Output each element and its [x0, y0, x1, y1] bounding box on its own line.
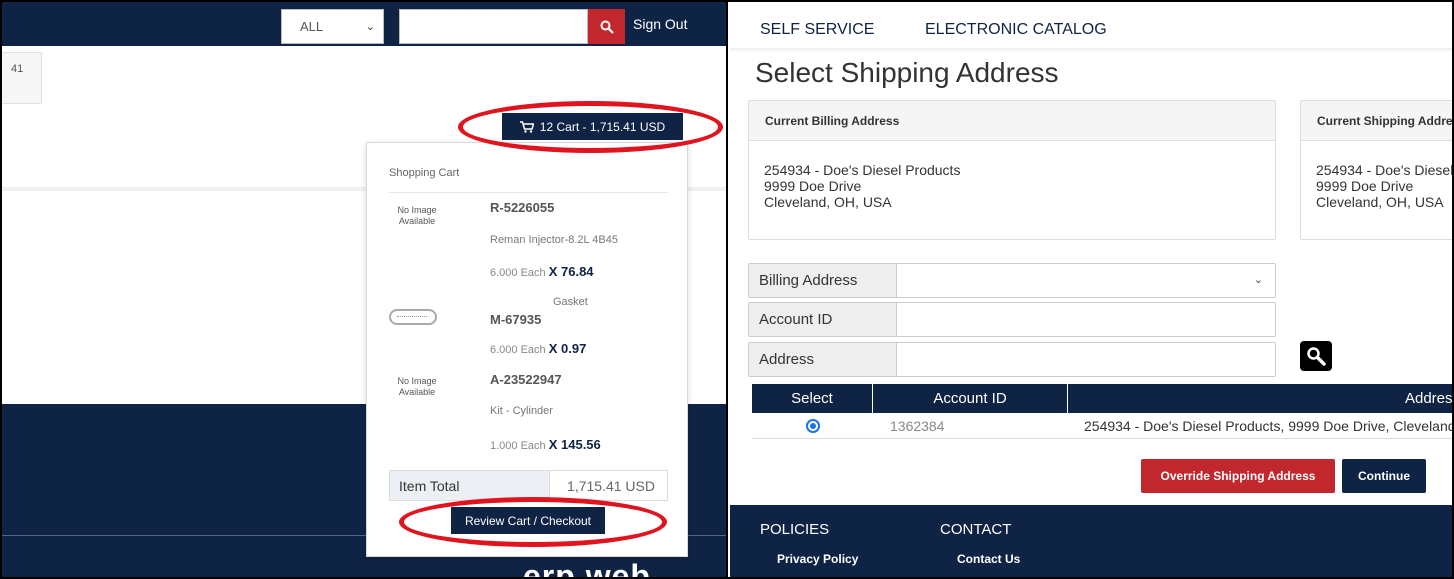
cart-item-quantity: 6.000 Each — [490, 344, 546, 356]
cart-item-quantity: 6.000 Each — [490, 267, 546, 279]
cart-item-part-number[interactable]: R-5226055 — [490, 200, 554, 215]
select-radio[interactable] — [805, 419, 820, 433]
top-nav: SELF SERVICE ELECTRONIC CATALOG — [730, 0, 1454, 48]
cart-item-part-number[interactable]: A-23522947 — [490, 372, 562, 387]
card-body: 254934 - Doe's Diesel Products 9999 Doe … — [1301, 141, 1454, 210]
address-line: Cleveland, OH, USA — [1316, 194, 1444, 210]
cart-item-price: X 0.97 — [548, 341, 587, 356]
truncated-summary-box: 41 — [0, 52, 42, 104]
erpweb-logo: erp web — [523, 558, 651, 579]
cart-button[interactable]: 12 Cart - 1,715.41 USD — [502, 113, 683, 140]
card-body: 254934 - Doe's Diesel Products 9999 Doe … — [749, 141, 1275, 210]
select-cell — [752, 413, 873, 439]
continue-button[interactable]: Continue — [1342, 459, 1426, 493]
address-row: Address — [748, 342, 1276, 377]
account-id-cell: 1362384 — [890, 418, 945, 434]
table-header: Select Account ID Address — [752, 384, 1454, 413]
contact-us-link[interactable]: Contact Us — [957, 552, 1020, 566]
item-total-label: Item Total — [390, 471, 550, 500]
cart-item-description: Reman Injector-8.2L 4B45 — [490, 234, 618, 246]
gasket-image — [389, 309, 437, 325]
right-screenshot-panel: SELF SERVICE ELECTRONIC CATALOG Select S… — [730, 0, 1454, 579]
category-select-value: ALL — [300, 19, 324, 34]
override-shipping-address-button[interactable]: Override Shipping Address — [1141, 459, 1335, 493]
card-title: Current Shipping Address — [1301, 101, 1454, 141]
category-select[interactable]: ALL ⌄ — [281, 9, 384, 44]
chevron-down-icon: ⌄ — [1253, 274, 1263, 286]
footer-heading-policies: POLICIES — [760, 521, 830, 538]
shopping-cart-popup: Shopping Cart No Image Available R-52260… — [366, 142, 688, 557]
account-id-label: Account ID — [749, 303, 897, 336]
cart-item-quantity-price: 6.000 Each X 0.97 — [490, 341, 586, 356]
billing-address-select[interactable] — [898, 264, 1275, 297]
search-icon — [600, 20, 614, 34]
cart-icon — [519, 120, 534, 133]
address-line: 254934 - Doe's Diesel Products — [764, 162, 961, 178]
left-screenshot-panel: ALL ⌄ Sign Out 41 12 Cart - 1,715.41 USD… — [0, 0, 728, 579]
address-label: Address — [749, 343, 897, 376]
page-title: Select Shipping Address — [755, 57, 1059, 88]
address-search-button[interactable] — [1300, 341, 1332, 371]
address-line: 9999 Doe Drive — [764, 178, 862, 194]
no-image-placeholder: No Image Available — [397, 205, 437, 226]
cart-item-description: Kit - Cylinder — [490, 405, 553, 417]
current-shipping-address-card: Current Shipping Address 254934 - Doe's … — [1300, 100, 1454, 240]
cart-item-price: X 76.84 — [548, 264, 594, 279]
sign-out-link[interactable]: Sign Out — [633, 16, 687, 32]
cart-item-part-number[interactable]: M-67935 — [490, 312, 541, 327]
billing-address-row: Billing Address ⌄ — [748, 263, 1276, 298]
privacy-policy-link[interactable]: Privacy Policy — [777, 552, 858, 566]
cart-button-label: 12 Cart - 1,715.41 USD — [539, 119, 666, 134]
table-row[interactable]: 1362384 254934 - Doe's Diesel Products, … — [752, 413, 1454, 439]
cart-item-image-caption: Gasket — [553, 296, 588, 308]
review-cart-checkout-button[interactable]: Review Cart / Checkout — [451, 507, 605, 534]
search-button[interactable] — [588, 9, 625, 44]
address-line: 9999 Doe Drive — [1316, 178, 1414, 194]
column-header-account-id[interactable]: Account ID — [873, 384, 1068, 413]
address-line: 254934 - Doe's Diesel Products — [1316, 162, 1454, 178]
address-input[interactable] — [898, 343, 1275, 376]
search-input[interactable] — [399, 9, 588, 44]
column-header-select[interactable]: Select — [752, 384, 873, 413]
cart-item-price: X 145.56 — [548, 437, 601, 452]
current-billing-address-card: Current Billing Address 254934 - Doe's D… — [748, 100, 1276, 240]
account-id-row: Account ID — [748, 302, 1276, 337]
item-total-value: 1,715.41 USD — [567, 478, 655, 494]
cart-item-quantity-price: 1.000 Each X 145.56 — [490, 437, 601, 452]
footer: POLICIES CONTACT Privacy Policy Contact … — [730, 505, 1454, 579]
cart-item-quantity-price: 6.000 Each X 76.84 — [490, 264, 594, 279]
address-cell: 254934 - Doe's Diesel Products, 9999 Doe… — [1084, 418, 1454, 434]
column-header-address[interactable]: Address — [1068, 384, 1454, 413]
nav-electronic-catalog[interactable]: ELECTRONIC CATALOG — [925, 21, 1107, 39]
account-id-input[interactable] — [898, 303, 1275, 336]
nav-self-service[interactable]: SELF SERVICE — [760, 21, 874, 39]
chevron-down-icon: ⌄ — [365, 21, 375, 33]
divider — [389, 192, 668, 193]
item-total-row: Item Total 1,715.41 USD — [389, 470, 668, 501]
cart-item-quantity: 1.000 Each — [490, 440, 546, 452]
billing-address-label: Billing Address — [749, 264, 897, 297]
search-icon — [1307, 347, 1326, 366]
address-line: Cleveland, OH, USA — [764, 194, 892, 210]
no-image-placeholder: No Image Available — [397, 376, 437, 397]
shopping-cart-title: Shopping Cart — [389, 167, 460, 179]
card-title: Current Billing Address — [749, 101, 1275, 141]
top-header-bar: ALL ⌄ Sign Out — [0, 0, 726, 46]
footer-heading-contact: CONTACT — [940, 521, 1012, 538]
